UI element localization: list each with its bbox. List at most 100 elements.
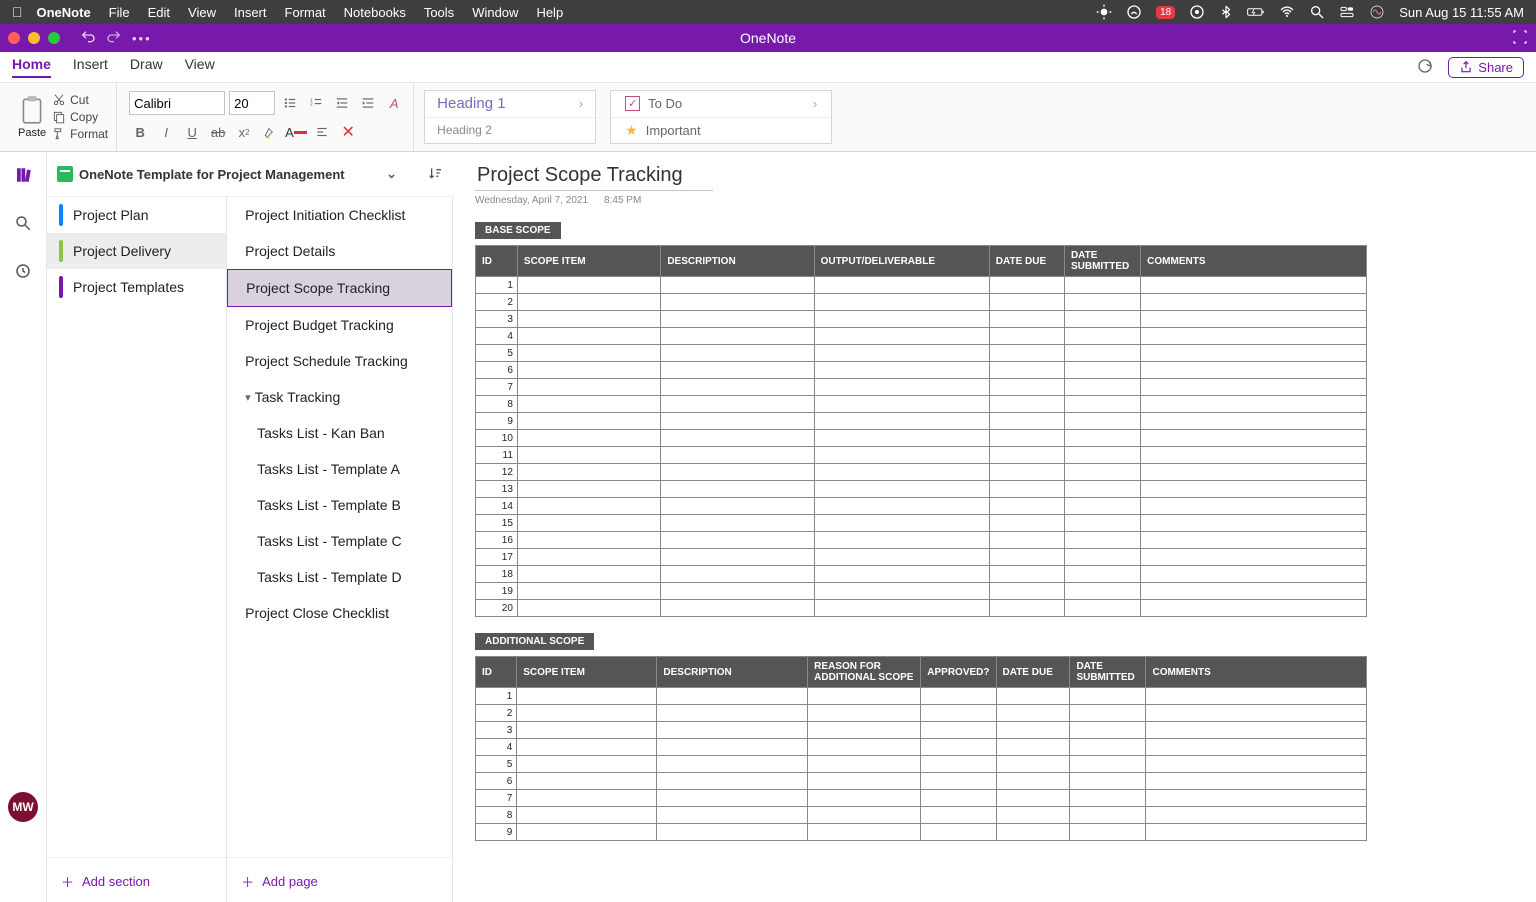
numbering-button[interactable]: 12 xyxy=(305,92,327,114)
table-row[interactable]: 9 xyxy=(476,413,1367,430)
font-color-button[interactable]: A xyxy=(285,121,307,143)
style-heading1[interactable]: Heading 1 xyxy=(437,95,505,112)
subscript-button[interactable]: x2 xyxy=(233,121,255,143)
section-item[interactable]: Project Delivery xyxy=(47,233,226,269)
page-item[interactable]: Tasks List - Kan Ban xyxy=(227,415,452,451)
share-button[interactable]: Share xyxy=(1448,57,1524,78)
notebook-chevron-icon[interactable]: ⌄ xyxy=(386,166,397,182)
siri-icon[interactable] xyxy=(1369,4,1385,20)
page-item[interactable]: Tasks List - Template B xyxy=(227,487,452,523)
menubar-app-name[interactable]: OneNote xyxy=(37,5,91,20)
avatar[interactable]: MW xyxy=(8,792,38,822)
paste-button[interactable]: Paste xyxy=(18,95,46,139)
table-row[interactable]: 8 xyxy=(476,396,1367,413)
menubar-item-window[interactable]: Window xyxy=(472,5,518,20)
page-item[interactable]: Tasks List - Template C xyxy=(227,523,452,559)
menubar-item-help[interactable]: Help xyxy=(536,5,563,20)
table-row[interactable]: 11 xyxy=(476,447,1367,464)
base-scope-table[interactable]: IDSCOPE ITEMDESCRIPTIONOUTPUT/DELIVERABL… xyxy=(475,245,1367,617)
sync-icon[interactable] xyxy=(1416,57,1434,78)
table-row[interactable]: 14 xyxy=(476,498,1367,515)
table-row[interactable]: 18 xyxy=(476,566,1367,583)
font-size-select[interactable] xyxy=(229,91,275,115)
strikethrough-button[interactable]: ab xyxy=(207,121,229,143)
table-row[interactable]: 3 xyxy=(476,311,1367,328)
table-row[interactable]: 12 xyxy=(476,464,1367,481)
add-section-button[interactable]: ＋Add section xyxy=(47,857,226,902)
copy-button[interactable]: Copy xyxy=(52,110,108,124)
notebook-header[interactable]: OneNote Template for Project Management … xyxy=(47,152,453,197)
cut-button[interactable]: Cut xyxy=(52,93,108,107)
page-item[interactable]: Project Initiation Checklist xyxy=(227,197,452,233)
table-row[interactable]: 5 xyxy=(476,756,1367,773)
menubar-item-tools[interactable]: Tools xyxy=(424,5,454,20)
status-record-icon[interactable] xyxy=(1189,4,1205,20)
page-item[interactable]: Project Schedule Tracking xyxy=(227,343,452,379)
page-item[interactable]: Project Close Checklist xyxy=(227,595,452,631)
table-row[interactable]: 17 xyxy=(476,549,1367,566)
underline-button[interactable]: U xyxy=(181,121,203,143)
table-row[interactable]: 9 xyxy=(476,824,1367,841)
table-row[interactable]: 20 xyxy=(476,600,1367,617)
align-button[interactable] xyxy=(311,121,333,143)
table-row[interactable]: 1 xyxy=(476,277,1367,294)
format-painter-button[interactable]: Format xyxy=(52,127,108,141)
recent-icon[interactable] xyxy=(10,258,36,284)
table-row[interactable]: 2 xyxy=(476,705,1367,722)
delete-button[interactable]: ✕ xyxy=(337,121,359,143)
indent-button[interactable] xyxy=(357,92,379,114)
status-badge-icon[interactable]: 18 xyxy=(1156,6,1175,19)
menubar-item-edit[interactable]: Edit xyxy=(148,5,170,20)
battery-icon[interactable] xyxy=(1247,3,1265,21)
table-row[interactable]: 8 xyxy=(476,807,1367,824)
tag-important[interactable]: Important xyxy=(646,123,701,138)
window-minimize-button[interactable] xyxy=(28,32,40,44)
page-item[interactable]: ▾Task Tracking xyxy=(227,379,452,415)
status-icon-1[interactable] xyxy=(1096,4,1112,20)
italic-button[interactable]: I xyxy=(155,121,177,143)
bullets-button[interactable] xyxy=(279,92,301,114)
menubar-item-notebooks[interactable]: Notebooks xyxy=(344,5,406,20)
table-row[interactable]: 3 xyxy=(476,722,1367,739)
page-item[interactable]: Tasks List - Template A xyxy=(227,451,452,487)
table-row[interactable]: 4 xyxy=(476,328,1367,345)
ribbon-tab-draw[interactable]: Draw xyxy=(130,56,163,78)
tags-gallery[interactable]: ✓To Do› ★Important xyxy=(610,90,832,144)
menubar-item-file[interactable]: File xyxy=(109,5,130,20)
ribbon-tab-view[interactable]: View xyxy=(185,56,215,78)
table-row[interactable]: 6 xyxy=(476,362,1367,379)
table-row[interactable]: 13 xyxy=(476,481,1367,498)
ribbon-tab-insert[interactable]: Insert xyxy=(73,56,108,78)
clear-formatting-button[interactable]: A xyxy=(383,92,405,114)
window-close-button[interactable] xyxy=(8,32,20,44)
bluetooth-icon[interactable] xyxy=(1219,5,1233,19)
section-item[interactable]: Project Templates xyxy=(47,269,226,305)
wifi-icon[interactable] xyxy=(1279,4,1295,20)
status-icon-2[interactable] xyxy=(1126,4,1142,20)
tag-todo[interactable]: To Do xyxy=(648,96,682,111)
table-row[interactable]: 15 xyxy=(476,515,1367,532)
apple-icon[interactable]:  xyxy=(12,4,23,20)
undo-button[interactable] xyxy=(80,29,96,48)
page-canvas[interactable]: ▸ Project Scope Tracking Wednesday, Apri… xyxy=(453,152,1536,902)
window-zoom-button[interactable] xyxy=(48,32,60,44)
collapse-caret-icon[interactable]: ▾ xyxy=(245,391,251,404)
menubar-item-insert[interactable]: Insert xyxy=(234,5,267,20)
table-row[interactable]: 19 xyxy=(476,583,1367,600)
style-heading2[interactable]: Heading 2 xyxy=(437,123,492,137)
additional-scope-table[interactable]: IDSCOPE ITEMDESCRIPTIONREASON FOR ADDITI… xyxy=(475,656,1367,841)
highlight-button[interactable] xyxy=(259,121,281,143)
page-item[interactable]: Project Scope Tracking xyxy=(227,269,452,307)
table-row[interactable]: 1 xyxy=(476,688,1367,705)
spotlight-icon[interactable] xyxy=(1309,4,1325,20)
menubar-item-view[interactable]: View xyxy=(188,5,216,20)
more-button[interactable]: ••• xyxy=(132,31,152,46)
ribbon-tab-home[interactable]: Home xyxy=(12,56,51,78)
styles-gallery[interactable]: Heading 1› Heading 2 xyxy=(424,90,596,144)
page-item[interactable]: Project Budget Tracking xyxy=(227,307,452,343)
table-row[interactable]: 16 xyxy=(476,532,1367,549)
table-row[interactable]: 4 xyxy=(476,739,1367,756)
outdent-button[interactable] xyxy=(331,92,353,114)
menubar-item-format[interactable]: Format xyxy=(285,5,326,20)
control-center-icon[interactable] xyxy=(1339,4,1355,20)
